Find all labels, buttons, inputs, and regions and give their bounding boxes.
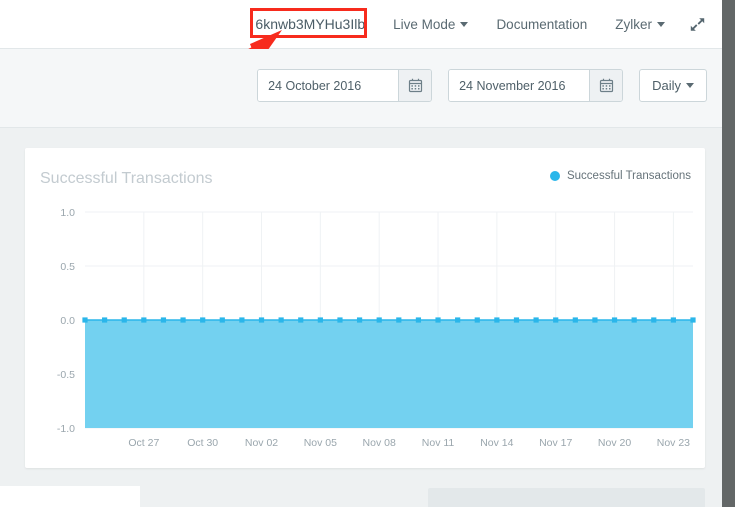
series-data-point[interactable]	[122, 317, 127, 322]
frequency-dropdown[interactable]: Daily	[639, 69, 707, 102]
series-data-point[interactable]	[298, 317, 303, 322]
series-data-point[interactable]	[455, 317, 460, 322]
series-data-point[interactable]	[396, 317, 401, 322]
nav-live-mode[interactable]: Live Mode	[379, 0, 482, 48]
chart-plot[interactable]: 1.0 0.5 0.0 -0.5 -1.0 Oct 27 Oct 30 Nov 02 Nov 0…	[25, 200, 705, 468]
x-axis-tick-label: Nov 05	[304, 437, 337, 449]
series-data-point[interactable]	[494, 317, 499, 322]
series-data-point[interactable]	[435, 317, 440, 322]
tab-project-id-wrap: 6knwb3MYHu3Ilb	[241, 0, 379, 48]
chevron-down-icon	[657, 22, 665, 27]
content-area: Successful Transactions Successful Trans…	[0, 128, 722, 507]
series-data-point[interactable]	[180, 317, 185, 322]
y-axis-tick-label: 0.5	[60, 261, 75, 273]
series-area-fill	[85, 320, 693, 428]
y-axis-tick-label: 0.0	[60, 315, 75, 327]
y-axis-tick-label: -0.5	[57, 369, 75, 381]
tab-project-id-label: 6knwb3MYHu3Ilb	[255, 16, 365, 32]
series-data-point[interactable]	[220, 317, 225, 322]
partial-card-below	[428, 488, 705, 507]
series-data-point[interactable]	[612, 317, 617, 322]
series-data-point[interactable]	[337, 317, 342, 322]
nav-documentation[interactable]: Documentation	[482, 0, 601, 48]
nav-account-zylker-label: Zylker	[615, 17, 652, 32]
series-data-point[interactable]	[259, 317, 264, 322]
nav-live-mode-label: Live Mode	[393, 17, 455, 32]
series-data-point[interactable]	[161, 317, 166, 322]
expand-arrows-icon	[689, 16, 706, 33]
x-axis-tick-label: Nov 11	[422, 437, 455, 449]
vertical-scrollbar-track[interactable]	[722, 0, 735, 507]
series-data-point[interactable]	[514, 317, 519, 322]
series-data-point[interactable]	[671, 317, 676, 322]
x-axis-tick-label: Nov 23	[657, 437, 690, 449]
chevron-down-icon	[686, 83, 694, 88]
filter-toolbar: Daily	[0, 49, 722, 128]
vertical-scrollbar-thumb[interactable]	[722, 0, 735, 507]
series-data-point[interactable]	[200, 317, 205, 322]
y-axis-tick-label: 1.0	[60, 207, 75, 219]
calendar-icon	[408, 78, 423, 93]
y-axis-tick-label: -1.0	[57, 423, 75, 435]
series-data-point[interactable]	[651, 317, 656, 322]
frequency-label: Daily	[652, 78, 681, 93]
legend-color-dot	[550, 171, 560, 181]
calendar-icon	[599, 78, 614, 93]
x-axis-tick-label: Nov 20	[598, 437, 631, 449]
series-data-point[interactable]	[533, 317, 538, 322]
series-data-point[interactable]	[318, 317, 323, 322]
x-axis-tick-label: Nov 02	[245, 437, 278, 449]
series-data-point[interactable]	[475, 317, 480, 322]
series-data-point[interactable]	[377, 317, 382, 322]
app-window: 6knwb3MYHu3Ilb Live Mode Documentation Z…	[0, 0, 735, 507]
series-data-point[interactable]	[690, 317, 695, 322]
series-data-point[interactable]	[357, 317, 362, 322]
series-data-point[interactable]	[141, 317, 146, 322]
series-data-point[interactable]	[279, 317, 284, 322]
series-data-point[interactable]	[592, 317, 597, 322]
filter-controls: Daily	[241, 69, 707, 102]
chart-svg: 1.0 0.5 0.0 -0.5 -1.0 Oct 27 Oct 30 Nov 02 Nov 0…	[25, 200, 705, 468]
chevron-down-icon	[460, 22, 468, 27]
x-axis-tick-label: Oct 30	[187, 437, 218, 449]
x-axis-tick-label: Nov 14	[480, 437, 513, 449]
end-date-calendar-button[interactable]	[589, 70, 622, 101]
partial-card-left	[0, 486, 140, 507]
end-date-group	[448, 69, 623, 102]
expand-button[interactable]	[679, 0, 722, 48]
series-data-point[interactable]	[102, 317, 107, 322]
series-data-point[interactable]	[573, 317, 578, 322]
nav-documentation-label: Documentation	[496, 17, 587, 32]
tab-project-id[interactable]: 6knwb3MYHu3Ilb	[241, 0, 379, 48]
header-nav: 6knwb3MYHu3Ilb Live Mode Documentation Z…	[241, 0, 722, 48]
x-axis-tick-label: Oct 27	[128, 437, 159, 449]
series-data-point[interactable]	[82, 317, 87, 322]
end-date-input[interactable]	[449, 70, 589, 101]
series-data-point[interactable]	[632, 317, 637, 322]
chart-card-title: Successful Transactions	[40, 170, 213, 188]
top-header: 6knwb3MYHu3Ilb Live Mode Documentation Z…	[0, 0, 722, 49]
start-date-group	[257, 69, 432, 102]
x-axis-tick-label: Nov 17	[539, 437, 572, 449]
x-axis-tick-label: Nov 08	[363, 437, 396, 449]
chart-card: Successful Transactions Successful Trans…	[25, 148, 705, 468]
series-data-point[interactable]	[239, 317, 244, 322]
start-date-calendar-button[interactable]	[398, 70, 431, 101]
series-data-point[interactable]	[553, 317, 558, 322]
legend-label: Successful Transactions	[567, 170, 691, 182]
start-date-input[interactable]	[258, 70, 398, 101]
series-data-point[interactable]	[416, 317, 421, 322]
nav-account-zylker[interactable]: Zylker	[601, 0, 679, 48]
chart-legend[interactable]: Successful Transactions	[550, 170, 691, 182]
